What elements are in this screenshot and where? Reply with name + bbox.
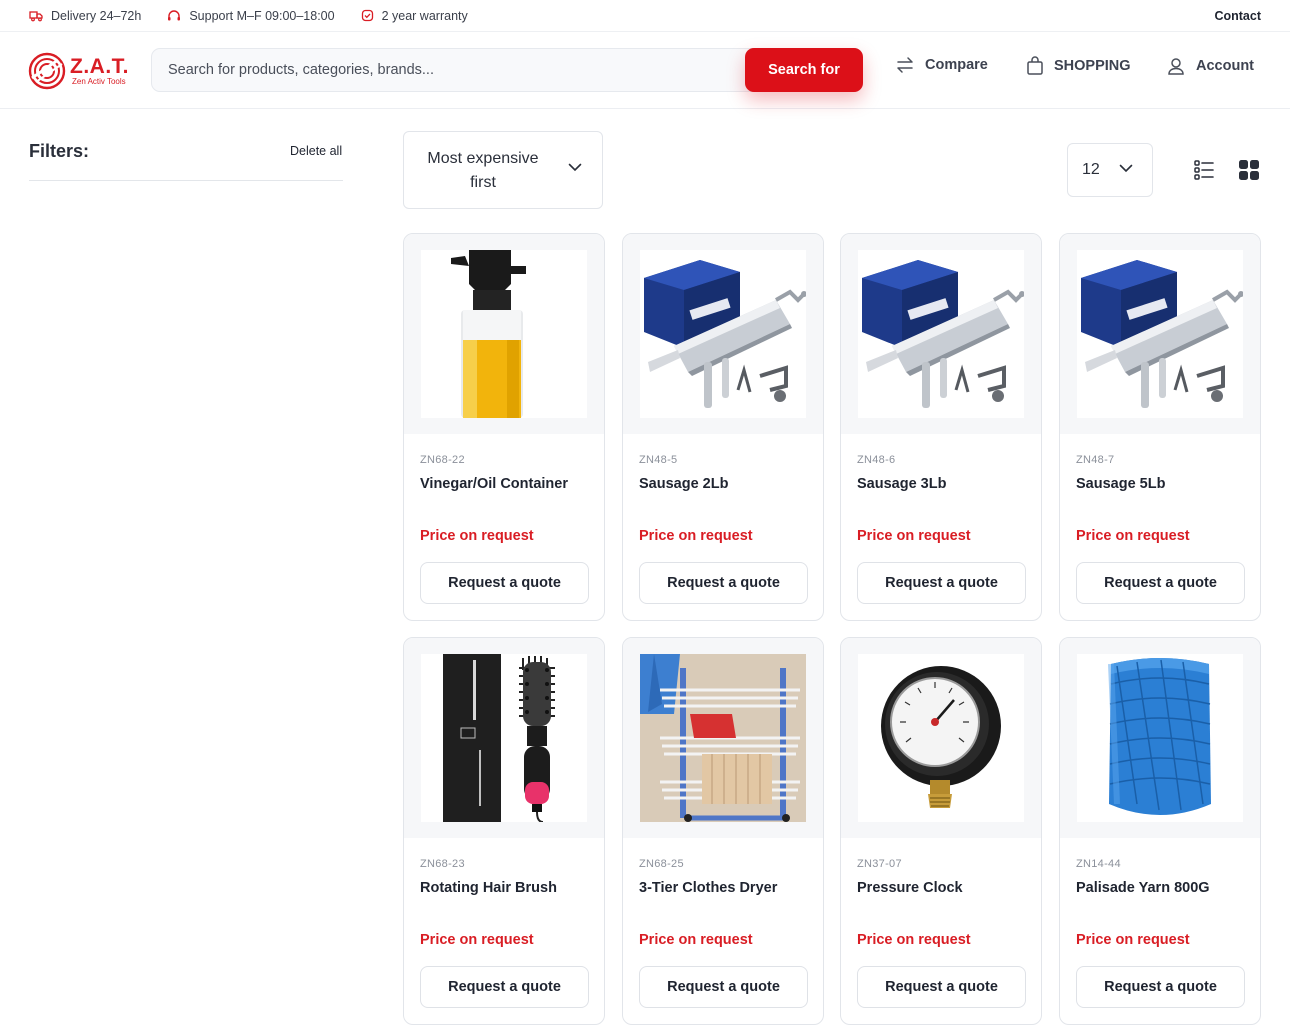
product-card[interactable]: ZN48-7 Sausage 5Lb Price on request Requ… — [1059, 233, 1261, 621]
list-view-icon[interactable] — [1193, 159, 1215, 181]
brand-logo[interactable]: Z.A.T. Zen Activ Tools — [28, 52, 129, 90]
sausage-stuffer-image — [640, 250, 806, 418]
product-card[interactable]: ZN68-25 3-Tier Clothes Dryer Price on re… — [622, 637, 824, 1025]
product-price: Price on request — [857, 932, 971, 948]
product-image-area[interactable] — [1060, 638, 1260, 838]
product-sku: ZN48-7 — [1076, 454, 1115, 466]
support-text: Support M–F 09:00–18:00 — [189, 8, 335, 23]
product-sku: ZN14-44 — [1076, 858, 1121, 870]
product-sku: ZN48-5 — [639, 454, 678, 466]
product-image-area[interactable] — [1060, 234, 1260, 434]
headset-icon — [168, 9, 181, 20]
account-link[interactable]: Account — [1166, 56, 1254, 76]
request-quote-button[interactable]: Request a quote — [1076, 562, 1245, 604]
product-card[interactable]: ZN68-23 Rotating Hair Brush Price on req… — [403, 637, 605, 1025]
product-image-area[interactable] — [623, 234, 823, 434]
per-page-dropdown[interactable]: 12 — [1067, 143, 1153, 197]
delete-all-filters-link[interactable]: Delete all — [290, 144, 342, 158]
product-name[interactable]: Palisade Yarn 800G — [1076, 880, 1251, 896]
product-name[interactable]: 3-Tier Clothes Dryer — [639, 880, 814, 896]
user-icon — [1168, 58, 1184, 75]
sausage-stuffer-image — [858, 250, 1024, 418]
product-price: Price on request — [639, 528, 753, 544]
request-quote-button[interactable]: Request a quote — [857, 562, 1026, 604]
product-card[interactable]: ZN68-22 Vinegar/Oil Container Price on r… — [403, 233, 605, 621]
search-button[interactable]: Search for — [745, 48, 863, 92]
logo-subtitle: Zen Activ Tools — [72, 76, 126, 86]
site-header: Z.A.T. Zen Activ Tools Search for Compar… — [0, 32, 1290, 109]
support-info: Support M–F 09:00–18:00 — [167, 8, 335, 23]
request-quote-button[interactable]: Request a quote — [857, 966, 1026, 1008]
shopping-label: SHOPPING — [1054, 58, 1131, 74]
search-input[interactable] — [152, 49, 742, 91]
product-image-area[interactable] — [404, 638, 604, 838]
product-price: Price on request — [420, 528, 534, 544]
hair-brush-image — [421, 654, 587, 822]
sausage-stuffer-image — [1077, 250, 1243, 418]
product-price: Price on request — [639, 932, 753, 948]
compare-arrows-icon — [897, 57, 913, 73]
compare-link[interactable]: Compare — [895, 56, 988, 74]
product-price: Price on request — [1076, 932, 1190, 948]
product-name[interactable]: Sausage 2Lb — [639, 476, 814, 492]
logo-title: Z.A.T. — [70, 54, 129, 78]
product-name[interactable]: Sausage 3Lb — [857, 476, 1032, 492]
request-quote-button[interactable]: Request a quote — [420, 966, 589, 1008]
request-quote-button[interactable]: Request a quote — [1076, 966, 1245, 1008]
chevron-down-icon — [1119, 164, 1133, 173]
logo-text: Z.A.T. Zen Activ Tools — [70, 56, 129, 87]
product-card[interactable]: ZN48-6 Sausage 3Lb Price on request Requ… — [840, 233, 1042, 621]
product-name[interactable]: Pressure Clock — [857, 880, 1032, 896]
request-quote-button[interactable]: Request a quote — [420, 562, 589, 604]
chevron-down-icon — [568, 163, 582, 172]
product-card[interactable]: ZN48-5 Sausage 2Lb Price on request Requ… — [622, 233, 824, 621]
product-sku: ZN68-25 — [639, 858, 684, 870]
delivery-text: Delivery 24–72h — [51, 8, 142, 23]
sort-dropdown[interactable]: Most expensive first — [403, 131, 603, 209]
warranty-text: 2 year warranty — [381, 8, 468, 23]
warranty-info: 2 year warranty — [361, 9, 468, 23]
product-price: Price on request — [420, 932, 534, 948]
product-sku: ZN68-23 — [420, 858, 465, 870]
product-image-area[interactable] — [404, 234, 604, 434]
badge-check-icon — [361, 9, 373, 22]
product-price: Price on request — [1076, 528, 1190, 544]
filters-title: Filters: — [29, 141, 90, 161]
top-info-bar: Delivery 24–72h Support M–F 09:00–18:00 … — [0, 0, 1290, 32]
product-image-area[interactable] — [623, 638, 823, 838]
product-card[interactable]: ZN37-07 Pressure Clock Price on request … — [840, 637, 1042, 1025]
product-image-area[interactable] — [841, 638, 1041, 838]
grid-view-icon[interactable] — [1238, 159, 1260, 181]
account-label: Account — [1196, 58, 1254, 74]
shopping-bag-icon — [1027, 56, 1043, 75]
contact-link[interactable]: Contact — [1214, 9, 1261, 23]
oil-sprayer-bottle-image — [421, 250, 587, 418]
yarn-spool-image — [1077, 654, 1243, 822]
product-sku: ZN37-07 — [857, 858, 902, 870]
request-quote-button[interactable]: Request a quote — [639, 562, 808, 604]
zat-logo-icon — [28, 52, 66, 90]
filters-divider — [29, 180, 343, 181]
product-name[interactable]: Rotating Hair Brush — [420, 880, 595, 896]
product-price: Price on request — [857, 528, 971, 544]
product-sku: ZN68-22 — [420, 454, 465, 466]
truck-icon — [29, 10, 43, 21]
delivery-info: Delivery 24–72h — [29, 9, 141, 23]
shopping-link[interactable]: SHOPPING — [1026, 56, 1131, 76]
request-quote-button[interactable]: Request a quote — [639, 966, 808, 1008]
product-name[interactable]: Vinegar/Oil Container — [420, 476, 595, 492]
compare-label: Compare — [925, 57, 988, 73]
clothes-dryer-image — [640, 654, 806, 822]
per-page-value: 12 — [1082, 161, 1100, 178]
product-card[interactable]: ZN14-44 Palisade Yarn 800G Price on requ… — [1059, 637, 1261, 1025]
pressure-gauge-image — [858, 654, 1024, 822]
sort-selected-value: Most expensive first — [427, 150, 539, 191]
search-bar: Search for — [151, 48, 863, 92]
product-name[interactable]: Sausage 5Lb — [1076, 476, 1251, 492]
product-image-area[interactable] — [841, 234, 1041, 434]
product-sku: ZN48-6 — [857, 454, 896, 466]
